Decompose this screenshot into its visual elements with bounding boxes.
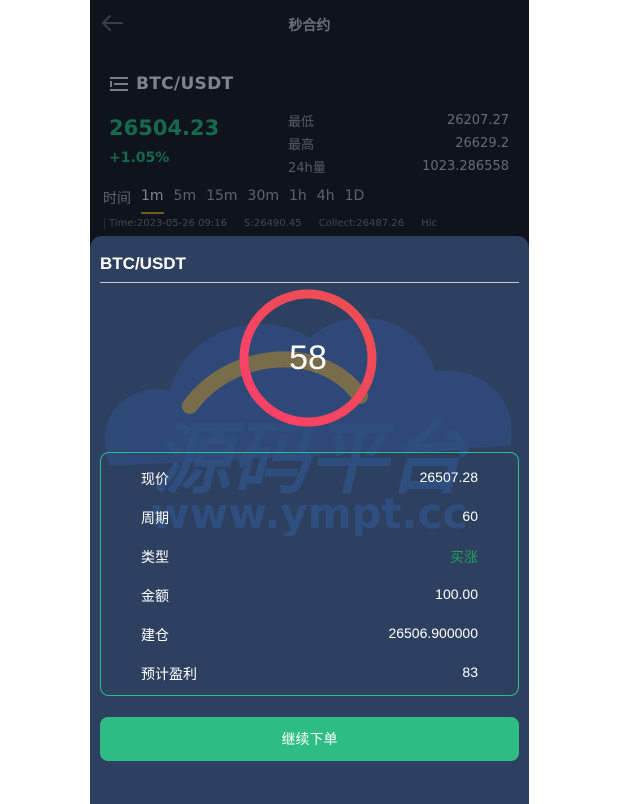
detail-label: 现价 [141,471,169,487]
detail-row-open-price: 建仓 26506.900000 [141,625,478,645]
detail-row-type: 类型 买涨 [141,547,478,567]
detail-label: 预计盈利 [141,666,197,682]
detail-label: 类型 [141,549,169,565]
detail-row-price: 现价 26507.28 [141,469,478,489]
detail-value-type: 买涨 [450,549,478,565]
countdown-number: 58 [289,338,327,377]
divider [100,282,519,283]
phone-screen: 秒合约 BTC/USDT 26504.23 +1.05% 最低 26207.27… [90,0,529,804]
detail-label: 建仓 [141,627,169,643]
detail-row-expected-profit: 预计盈利 83 [141,664,478,684]
order-result-sheet: BTC/USDT 源码平台 www.ympt.cc 58 现价 26507.28… [90,236,529,804]
detail-value: 83 [462,664,478,680]
detail-value: 26507.28 [419,469,478,485]
detail-value: 26506.900000 [388,625,478,641]
detail-label: 周期 [141,510,169,526]
detail-row-period: 周期 60 [141,508,478,528]
detail-row-amount: 金额 100.00 [141,586,478,606]
sheet-title: BTC/USDT [100,254,186,273]
order-details-box: 现价 26507.28 周期 60 类型 买涨 金额 100.00 建仓 265… [100,452,519,696]
continue-order-button[interactable]: 继续下单 [100,717,519,761]
detail-label: 金额 [141,588,169,604]
detail-value: 60 [462,508,478,524]
detail-value: 100.00 [435,586,478,602]
